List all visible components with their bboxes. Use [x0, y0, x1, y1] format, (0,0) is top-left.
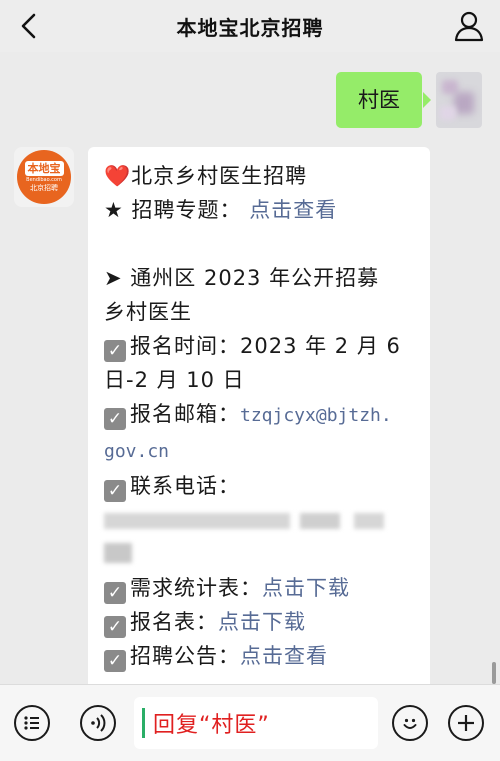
- logo-domain-text: Bendibao.com: [26, 177, 62, 183]
- logo-main-text: 本地宝: [24, 161, 64, 176]
- topic-link[interactable]: 点击查看: [249, 198, 337, 222]
- section-title-2: 乡村医生: [104, 300, 192, 324]
- checkbox-icon: ✓: [104, 650, 126, 672]
- outgoing-bubble[interactable]: 村医: [336, 72, 431, 128]
- my-avatar[interactable]: [436, 72, 482, 128]
- topic-line: ★ 招聘专题： 点击查看: [104, 193, 418, 227]
- demand-link[interactable]: 点击下载: [262, 576, 350, 600]
- message-input[interactable]: 回复“村医”: [134, 697, 378, 749]
- chat-title: 本地宝北京招聘: [176, 15, 324, 40]
- checkbox-icon: ✓: [104, 480, 126, 502]
- email-label: 报名邮箱：: [130, 402, 240, 426]
- form-link[interactable]: 点击下载: [218, 610, 306, 634]
- star-icon: ★: [104, 198, 124, 222]
- input-bar: 回复“村医”: [0, 684, 500, 761]
- demand-line: ✓ 需求统计表：点击下载: [104, 571, 418, 605]
- phone-label: 联系电话：: [130, 474, 240, 498]
- input-text: 回复“村医”: [153, 713, 270, 738]
- section-line-1: ➤ 通州区 2023 年公开招募: [104, 261, 418, 295]
- spacer-line: [104, 227, 418, 261]
- notice-link[interactable]: 点击查看: [240, 644, 328, 668]
- form-line: ✓ 报名表：点击下载: [104, 605, 418, 639]
- checkbox-icon: ✓: [104, 582, 126, 604]
- reg-time-label: 报名时间：: [130, 334, 240, 358]
- voice-icon[interactable]: [80, 705, 116, 741]
- back-arrow-icon[interactable]: [14, 10, 46, 42]
- user-icon[interactable]: [452, 9, 486, 43]
- phone-number-redacted: [104, 503, 418, 537]
- email-line-2: gov.cn: [104, 433, 418, 469]
- phone-number-redacted-2: [104, 537, 418, 571]
- scrollbar[interactable]: [492, 662, 496, 684]
- chat-header: 本地宝北京招聘: [0, 0, 500, 52]
- text-cursor: [142, 708, 145, 738]
- menu-list-icon[interactable]: [14, 705, 50, 741]
- plus-icon[interactable]: [448, 705, 484, 741]
- reg-time-line: ✓ 报名时间：2023 年 2 月 6: [104, 329, 418, 363]
- email-line: ✓ 报名邮箱：tzqjcyx@bjtzh.: [104, 397, 418, 433]
- arrow-icon: ➤: [104, 266, 123, 290]
- section-title-1: 通州区 2023 年公开招募: [130, 266, 380, 290]
- reg-time-value-2: 日-2 月 10 日: [104, 368, 245, 392]
- checkbox-icon: ✓: [104, 616, 126, 638]
- checkbox-icon: ✓: [104, 408, 126, 430]
- reg-time-value-1: 2023 年 2 月 6: [240, 334, 401, 358]
- email-link-1[interactable]: tzqjcyx@bjtzh.: [240, 405, 392, 426]
- notice-line: ✓ 招聘公告：点击查看: [104, 639, 418, 673]
- phone-line: ✓ 联系电话：: [104, 469, 418, 503]
- notice-label: 招聘公告：: [130, 644, 240, 668]
- email-link-2[interactable]: gov.cn: [104, 441, 169, 462]
- checkbox-icon: ✓: [104, 340, 126, 362]
- message-title: 北京乡村医生招聘: [131, 164, 308, 188]
- logo-city-text: 北京招聘: [30, 184, 58, 192]
- message-title-line: ❤️北京乡村医生招聘: [104, 159, 418, 193]
- heart-icon: ❤️: [104, 164, 132, 188]
- incoming-bubble: ❤️北京乡村医生招聘 ★ 招聘专题： 点击查看 ➤ 通州区 2023 年公开招募…: [88, 147, 430, 707]
- form-label: 报名表：: [130, 610, 218, 634]
- demand-label: 需求统计表：: [130, 576, 262, 600]
- outgoing-message-row: 村医: [336, 72, 482, 128]
- bendibao-logo: 本地宝 Bendibao.com 北京招聘: [17, 150, 71, 204]
- emoji-icon[interactable]: [392, 705, 428, 741]
- topic-label: 招聘专题：: [131, 198, 242, 222]
- bot-avatar[interactable]: 本地宝 Bendibao.com 北京招聘: [14, 147, 74, 207]
